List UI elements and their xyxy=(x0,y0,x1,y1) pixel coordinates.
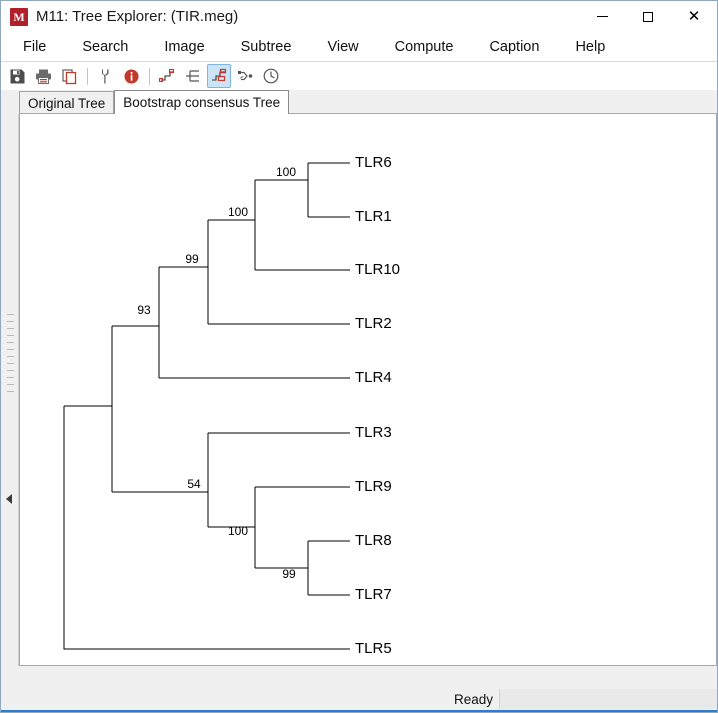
status-secondary-pane xyxy=(499,689,717,709)
info-icon xyxy=(124,69,138,83)
leaf-label-TLR10[interactable]: TLR10 xyxy=(355,261,400,278)
minimize-icon xyxy=(596,16,608,17)
timetree-button[interactable] xyxy=(259,64,283,88)
save-icon xyxy=(10,69,24,83)
close-button[interactable]: ✕ xyxy=(671,1,717,32)
bootstrap-value-node-100a: 100 xyxy=(276,165,296,179)
options-wrench-icon xyxy=(101,69,108,83)
tree-branches xyxy=(63,162,350,650)
tree-explorer-window: M M11: Tree Explorer: (TIR.meg) ✕ File S… xyxy=(0,0,718,713)
print-button[interactable] xyxy=(31,64,55,88)
bootstrap-value-node-100c: 100 xyxy=(228,524,248,538)
tab-bootstrap-consensus-tree[interactable]: Bootstrap consensus Tree xyxy=(114,90,290,114)
menu-search[interactable]: Search xyxy=(72,36,138,58)
leaf-label-TLR4[interactable]: TLR4 xyxy=(355,369,392,386)
window-controls: ✕ xyxy=(579,1,717,32)
menu-image[interactable]: Image xyxy=(154,36,214,58)
rectangular-tree-button[interactable] xyxy=(181,64,205,88)
menu-file[interactable]: File xyxy=(13,36,56,58)
bootstrap-value-node-100b: 100 xyxy=(228,205,248,219)
toolbar-separator-2 xyxy=(149,67,150,85)
mega-logo-letter: M xyxy=(13,9,25,24)
timetree-clock-icon xyxy=(263,68,279,84)
menu-bar: File Search Image Subtree View Compute C… xyxy=(1,32,717,62)
copy-icon xyxy=(61,68,76,84)
maximize-icon xyxy=(643,11,653,22)
minimize-button[interactable] xyxy=(579,1,625,32)
tab-strip: Original Tree Bootstrap consensus Tree xyxy=(19,90,717,114)
leaf-label-TLR7[interactable]: TLR7 xyxy=(355,586,392,603)
leaf-label-TLR1[interactable]: TLR1 xyxy=(355,208,392,225)
close-icon: ✕ xyxy=(687,8,701,25)
topology-only-icon xyxy=(158,68,175,83)
menu-caption[interactable]: Caption xyxy=(479,36,549,58)
save-button[interactable] xyxy=(5,64,29,88)
leaf-label-TLR9[interactable]: TLR9 xyxy=(355,478,392,495)
leaf-label-TLR5[interactable]: TLR5 xyxy=(355,640,392,657)
bootstrap-labels: 100 100 99 93 54 100 99 xyxy=(137,165,296,581)
copy-button[interactable] xyxy=(57,64,81,88)
rectangular-tree-icon xyxy=(186,70,199,82)
window-bottom-accent xyxy=(1,710,717,712)
leaf-label-TLR8[interactable]: TLR8 xyxy=(355,532,392,549)
leaf-label-TLR6[interactable]: TLR6 xyxy=(355,154,392,171)
branch-root-to-TLR5 xyxy=(63,406,350,650)
condensed-tree-button[interactable] xyxy=(207,64,231,88)
phylogenetic-tree-svg: TLR6 TLR10 TLR1 TLR2 TLR4 TLR3 TLR9 TLR8… xyxy=(63,154,400,657)
leaf-labels: TLR6 TLR10 TLR1 TLR2 TLR4 TLR3 TLR9 TLR8… xyxy=(355,154,400,657)
title-bar: M M11: Tree Explorer: (TIR.meg) ✕ xyxy=(1,1,717,32)
menu-help[interactable]: Help xyxy=(565,36,615,58)
splitter-grip[interactable] xyxy=(7,314,14,424)
collapse-panel-arrow-icon[interactable] xyxy=(6,494,12,504)
leaf-label-TLR3[interactable]: TLR3 xyxy=(355,424,392,441)
menu-view[interactable]: View xyxy=(317,36,368,58)
bootstrap-value-node-93: 93 xyxy=(137,303,151,317)
status-message: Ready xyxy=(453,691,493,707)
bootstrap-value-node-99: 99 xyxy=(185,252,199,266)
maximize-button[interactable] xyxy=(625,1,671,32)
status-bar: Ready xyxy=(1,688,717,710)
condensed-tree-icon xyxy=(212,68,227,82)
mega-app-logo-icon: M xyxy=(10,7,28,26)
radial-tree-icon xyxy=(238,71,253,81)
info-button[interactable] xyxy=(119,64,143,88)
tree-canvas[interactable]: TLR6 TLR10 TLR1 TLR2 TLR4 TLR3 TLR9 TLR8… xyxy=(19,113,717,666)
leaf-label-TLR2[interactable]: TLR2 xyxy=(355,315,392,332)
window-title: M11: Tree Explorer: (TIR.meg) xyxy=(36,8,239,25)
toolbar xyxy=(1,62,717,90)
menu-compute[interactable]: Compute xyxy=(385,36,464,58)
radial-tree-button[interactable] xyxy=(233,64,257,88)
topology-only-button[interactable] xyxy=(155,64,179,88)
options-button[interactable] xyxy=(93,64,117,88)
tab-original-tree[interactable]: Original Tree xyxy=(19,91,115,114)
toolbar-separator-1 xyxy=(87,67,88,85)
menu-subtree[interactable]: Subtree xyxy=(231,36,302,58)
left-splitter[interactable] xyxy=(2,114,19,666)
bootstrap-value-node-54: 54 xyxy=(187,477,201,491)
print-icon xyxy=(35,69,51,84)
bootstrap-value-node-99b: 99 xyxy=(282,567,296,581)
